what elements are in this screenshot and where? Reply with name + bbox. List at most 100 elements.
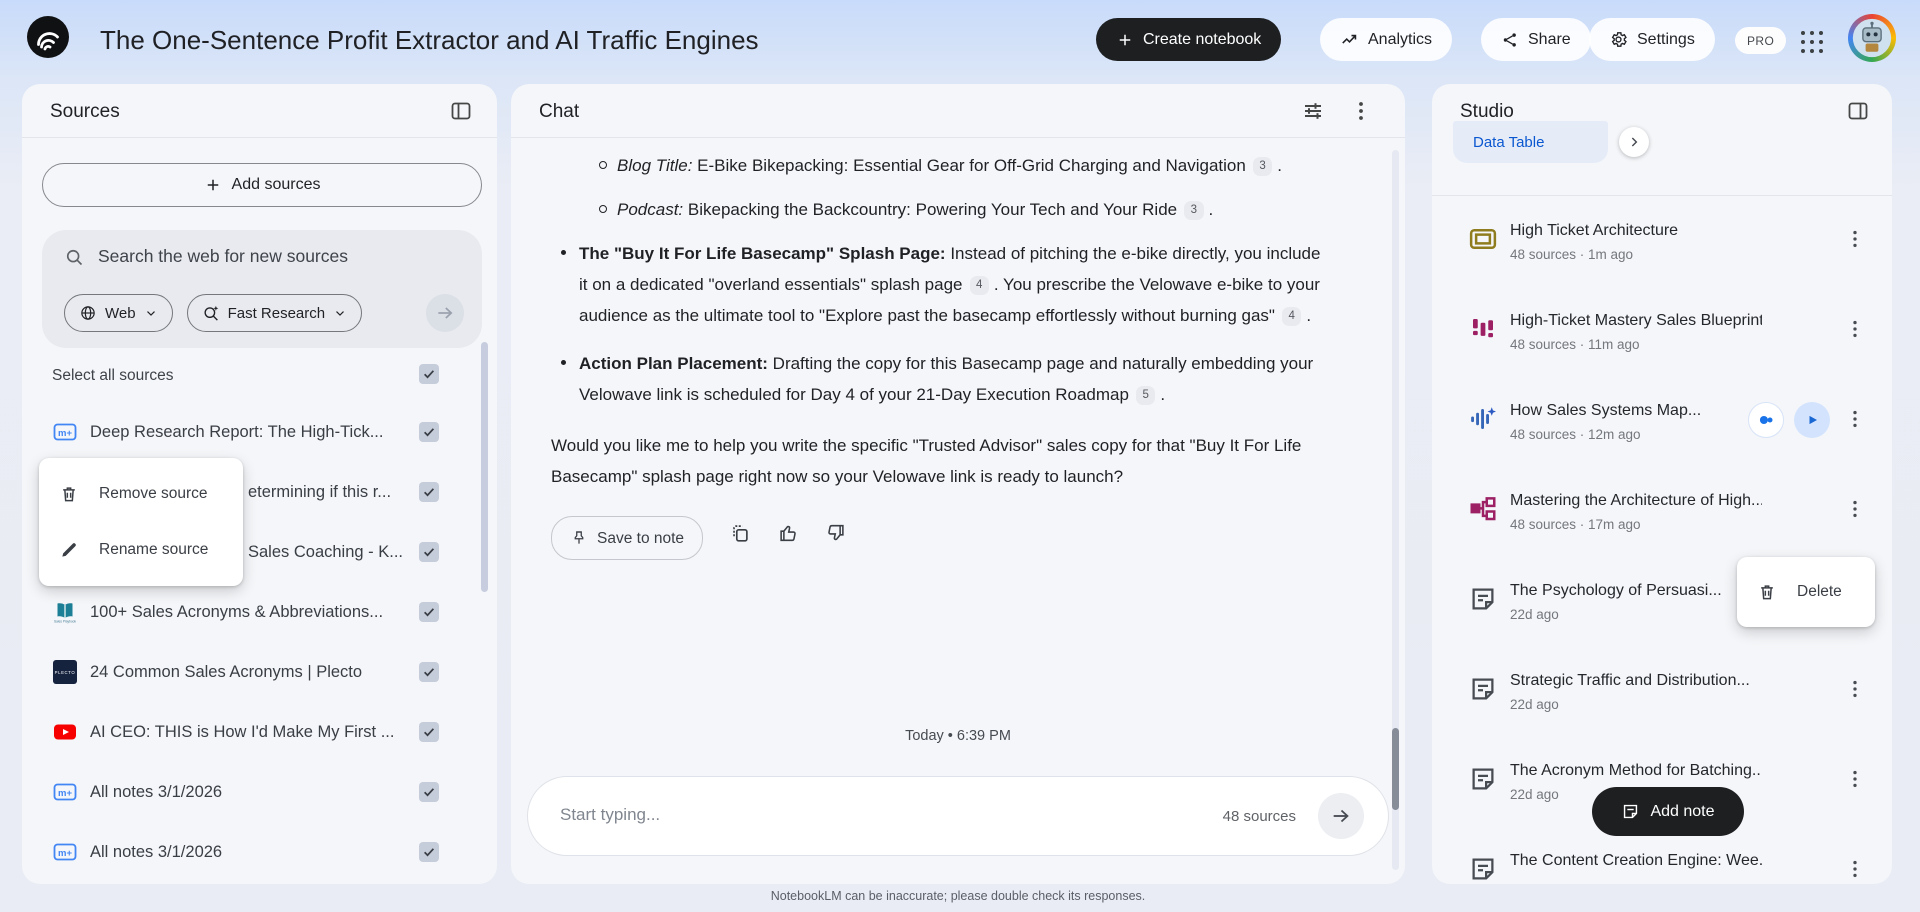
citation-chip[interactable]: 4 [969,276,989,295]
item-more-options-icon[interactable] [1844,858,1866,880]
research-mode-dropdown[interactable]: Fast Research [186,294,363,332]
item-more-options-icon[interactable] [1844,678,1866,700]
search-input[interactable]: Search the web for new sources [98,246,348,267]
studio-item[interactable]: High-Ticket Mastery Sales Blueprint 48 s… [1432,290,1892,380]
note-icon [1624,804,1638,819]
sources-scrollbar[interactable] [481,342,488,592]
collapse-panel-icon[interactable] [1846,99,1870,123]
copy-icon [733,525,748,542]
delete-menu-item[interactable]: Delete [1737,564,1875,620]
trash-icon [1761,585,1773,600]
studio-item[interactable]: High Ticket Architecture 48 sources · 1m… [1432,200,1892,290]
analytics-button[interactable]: Analytics [1320,18,1453,61]
flowchart-artifact-icon [1468,494,1498,524]
source-checkbox[interactable] [419,782,439,802]
item-more-options-icon[interactable] [1844,768,1866,790]
chat-input[interactable]: Start typing... [560,805,660,825]
source-checkbox[interactable] [419,842,439,862]
item-more-options-icon[interactable] [1844,408,1866,430]
source-row[interactable]: m+ Deep Research Report: The High-Tick... [22,402,497,462]
share-button[interactable]: Share [1481,18,1591,61]
avatar[interactable] [1848,14,1896,62]
add-note-button[interactable]: Add note [1592,787,1744,836]
interactive-mode-button[interactable] [1748,402,1784,438]
studio-item[interactable]: How Sales Systems Map... 48 sources · 12… [1432,380,1892,470]
item-more-options-icon[interactable] [1844,498,1866,520]
source-row[interactable]: Sales Playbook 100+ Sales Acronyms & Abbr… [22,582,497,642]
play-button[interactable] [1794,402,1830,438]
source-checkbox[interactable] [419,722,439,742]
add-sources-button[interactable]: Add sources [42,163,482,207]
plus-icon [207,179,218,191]
list-bullet [599,205,607,213]
svg-text:PLECTO: PLECTO [55,670,76,675]
thumbs-up-icon [780,525,796,542]
citation-chip[interactable]: 3 [1252,157,1273,176]
expand-artifact-button[interactable] [1619,127,1649,157]
search-submit-button[interactable] [426,294,464,332]
send-button[interactable] [1318,793,1364,839]
chat-paragraph: The "Buy It For Life Basecamp" Splash Pa… [551,238,1327,331]
settings-button[interactable]: Settings [1589,18,1715,61]
studio-item-meta: 48 sources · 12m ago [1510,427,1641,442]
thumbs-down-button[interactable] [825,522,847,554]
select-all-checkbox[interactable] [419,364,439,384]
studio-item[interactable]: Strategic Traffic and Distribution... 22… [1432,650,1892,740]
chat-input-bar[interactable]: Start typing... 48 sources [527,776,1389,856]
source-count: 48 sources [1222,808,1296,825]
citation-chip[interactable]: 3 [1184,201,1204,220]
rename-source-menu-item[interactable]: Rename source [39,522,243,578]
create-notebook-button[interactable]: Create notebook [1096,18,1282,61]
notebooklm-logo-icon[interactable] [26,15,70,59]
add-note-label: Add note [1650,802,1715,820]
markdown-source-icon: m+ [53,780,77,804]
source-checkbox[interactable] [419,662,439,682]
studio-item[interactable]: Mastering the Architecture of High... 48… [1432,470,1892,560]
source-row[interactable]: m+ All notes 3/1/2026 [22,762,497,822]
save-to-note-button[interactable]: Save to note [551,516,704,560]
studio-item-title: The Acronym Method for Batching... [1510,762,1762,779]
chevron-down-icon [336,311,345,316]
pencil-icon [62,543,76,557]
svg-text:m+: m+ [58,848,72,859]
item-more-options-icon[interactable] [1844,318,1866,340]
collapse-panel-icon[interactable] [449,99,473,123]
thumbs-up-button[interactable] [777,522,799,554]
create-notebook-label: Create notebook [1143,30,1262,48]
source-checkbox[interactable] [419,542,439,562]
chat-text: . [1306,306,1312,325]
note-artifact-icon [1468,854,1498,884]
source-title: Sales Coaching - K... [248,542,403,561]
chat-paragraph: Would you like me to help you write the … [551,430,1327,492]
globe-icon [81,306,95,320]
add-sources-label: Add sources [231,176,321,193]
remove-source-menu-item[interactable]: Remove source [39,466,243,522]
studio-item-title: Strategic Traffic and Distribution... [1510,672,1750,689]
citation-chip[interactable]: 5 [1135,386,1156,405]
waveform-artifact-icon [1468,404,1498,434]
studio-item[interactable]: The Content Creation Engine: Wee... [1432,830,1892,884]
chat-settings-icon[interactable] [1301,99,1325,123]
markdown-source-icon: m+ [53,420,77,444]
source-checkbox[interactable] [419,422,439,442]
source-row[interactable]: AI CEO: THIS is How I'd Make My First ..… [22,702,497,762]
chat-more-options-icon[interactable] [1349,99,1373,123]
notebooklm-app: The One-Sentence Profit Extractor and AI… [0,0,1920,912]
studio-item-meta: 48 sources · 1m ago [1510,247,1634,262]
notebook-title[interactable]: The One-Sentence Profit Extractor and AI… [100,25,759,56]
source-checkbox[interactable] [419,482,439,502]
data-table-chip[interactable]: Data Table [1453,121,1608,163]
google-apps-grid-icon[interactable] [1799,29,1825,55]
item-more-options-icon[interactable] [1844,228,1866,250]
source-row[interactable]: PLECTO 24 Common Sales Acronyms | Plecto [22,642,497,702]
studio-item-meta: 48 sources · 17m ago [1510,517,1641,532]
copy-button[interactable] [729,522,751,554]
citation-chip[interactable]: 4 [1281,307,1302,326]
plus-icon [1119,34,1131,45]
web-source-dropdown[interactable]: Web [64,294,173,332]
chat-scrollbar-thumb[interactable] [1392,728,1399,810]
chat-timestamp: Today • 6:39 PM [905,728,1011,744]
source-row[interactable]: m+ All notes 3/1/2026 [22,822,497,882]
source-checkbox[interactable] [419,602,439,622]
studio-item-title: How Sales Systems Map... [1510,402,1702,419]
